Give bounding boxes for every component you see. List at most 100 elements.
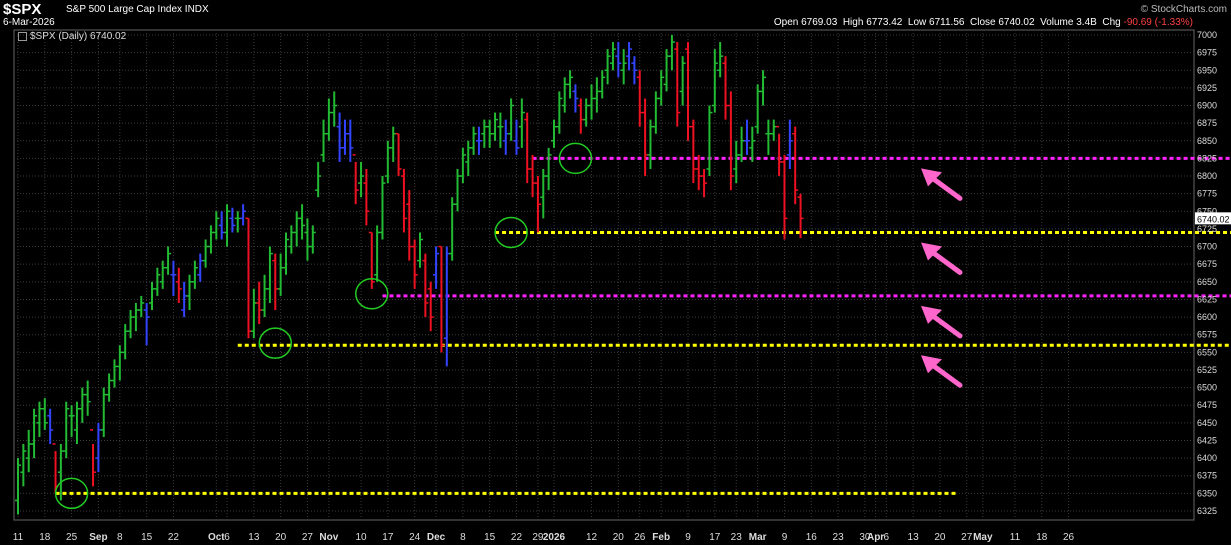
ohlc-bar — [749, 126, 756, 162]
y-tick-label: 6450 — [1197, 418, 1217, 428]
ohlc-bar — [197, 253, 204, 282]
y-tick-label: 6900 — [1197, 101, 1217, 111]
x-tick-label: 26 — [634, 532, 646, 543]
ohlc-bar — [781, 154, 788, 240]
x-tick-label: 9 — [685, 532, 691, 543]
y-tick-label: 6975 — [1197, 48, 1217, 58]
ohlc-bar — [502, 119, 509, 155]
x-tick-label: Dec — [427, 532, 446, 543]
ohlc-bar — [524, 112, 531, 184]
ohlc-bar — [679, 56, 686, 106]
x-tick-label: 13 — [908, 532, 920, 543]
ohlc-bar — [695, 154, 702, 191]
ohlc-bar — [63, 401, 70, 459]
ohlc-bar — [604, 49, 611, 85]
ohlc-bar — [513, 119, 520, 155]
highlight-circle — [258, 327, 293, 359]
x-tick-label: May — [973, 532, 993, 543]
ohlc-bar — [518, 98, 525, 148]
x-tick-label: 10 — [355, 532, 367, 543]
ohlc-bar — [733, 140, 740, 184]
chart-legend: $SPX (Daily) 6740.02 — [18, 31, 126, 42]
ohlc-bar — [266, 246, 273, 303]
x-tick-label: 9 — [782, 532, 788, 543]
x-axis: 11 18 25 Sep 8 15 22 Oct 6 13 20 27 Nov 10 17 24 Dec 8 15 2… — [13, 532, 1075, 543]
last-price-label: 6740.02 — [1197, 214, 1230, 224]
x-tick-label: 18 — [1036, 532, 1048, 543]
x-tick-label: Feb — [652, 532, 670, 543]
ohlc-bar — [636, 70, 643, 127]
ohlc-bar — [358, 161, 365, 198]
ohlc-bar — [626, 42, 633, 71]
y-tick-label: 6875 — [1197, 118, 1217, 128]
ohlc-bar — [647, 119, 654, 169]
x-tick-label: 25 — [66, 532, 78, 543]
ohlc-bar — [202, 239, 209, 268]
ohlc-bar — [224, 204, 231, 247]
pink-arrow — [921, 305, 963, 339]
ohlc-bar — [245, 217, 252, 339]
ohlc-bar — [218, 211, 225, 240]
y-tick-label: 6525 — [1197, 365, 1217, 375]
ohlc-bar — [599, 70, 606, 99]
x-tick-label: Apr — [867, 532, 884, 543]
ohlc-bar — [717, 42, 724, 78]
ohlc-bar — [170, 260, 177, 296]
ohlc-bar — [443, 246, 450, 367]
ohlc-bar — [368, 231, 375, 289]
y-tick-label: 7000 — [1197, 30, 1217, 40]
x-tick-label: 2026 — [543, 532, 566, 543]
ohlc-bar — [551, 119, 557, 148]
x-tick-label: 11 — [1010, 532, 1021, 543]
ohlc-bar — [711, 49, 718, 113]
ohlc-bar — [68, 405, 75, 437]
y-tick-label: 6425 — [1197, 435, 1217, 445]
ohlc-bar — [588, 84, 595, 120]
ohlc-bar — [615, 42, 622, 78]
ohlc-bar — [577, 98, 584, 134]
ohlc-bar — [111, 359, 118, 388]
pink-arrow — [921, 355, 963, 388]
ohlc-bar — [15, 458, 21, 515]
ohlc-bar — [84, 380, 91, 416]
ohlc-bar — [149, 281, 155, 311]
plot-frame — [13, 29, 1195, 521]
legend-text: $SPX (Daily) 6740.02 — [30, 31, 127, 42]
ohlc-bar — [374, 225, 381, 282]
x-tick-label: 20 — [934, 532, 946, 543]
ohlc-bar — [325, 98, 332, 141]
ohlc-bar — [433, 246, 440, 289]
x-tick-label: 16 — [806, 532, 818, 543]
ohlc-bar — [722, 56, 729, 120]
x-tick-label: 15 — [484, 532, 496, 543]
ohlc-bar — [545, 147, 552, 191]
x-tick-label: 24 — [409, 532, 421, 543]
ohlc-bar — [760, 70, 767, 106]
x-tick-label: 6 — [884, 532, 890, 543]
ohlc-bar — [341, 119, 348, 155]
ohlc-bar — [336, 112, 343, 162]
ohlc-bar — [36, 401, 43, 437]
ohlc-bar — [417, 232, 423, 268]
ohlc-bar — [165, 246, 172, 275]
ohlc-bar — [379, 176, 386, 240]
ohlc-bar — [95, 422, 102, 473]
y-tick-label: 6625 — [1197, 294, 1217, 304]
ohlc-bar — [186, 274, 193, 311]
price-chart: 6325 6350 6375 6400 6425 6450 6475 6500 6525 6550… — [13, 29, 1231, 543]
ohlc-bar — [116, 345, 123, 381]
y-tick-label: 6825 — [1197, 153, 1217, 163]
x-tick-label: 13 — [248, 532, 260, 543]
y-tick-label: 6775 — [1197, 189, 1217, 199]
x-tick-label: 23 — [731, 532, 743, 543]
ohlc-bar — [191, 260, 198, 289]
y-tick-label: 6850 — [1197, 136, 1217, 146]
ohlc-bar — [100, 387, 107, 437]
ohlc-bar — [293, 211, 300, 247]
ohlc-bar — [776, 125, 783, 177]
ohlc-bar — [256, 281, 263, 325]
ohlc-bar — [277, 253, 284, 296]
ohlc-bar — [593, 77, 600, 113]
ohlc-bar — [572, 84, 579, 113]
y-tick-label: 6350 — [1197, 488, 1217, 498]
